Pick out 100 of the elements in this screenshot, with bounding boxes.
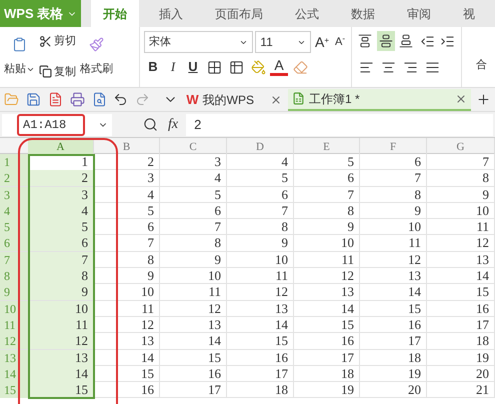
- ribbon-tab[interactable]: 审阅: [395, 0, 444, 27]
- table-cell: 6: [160, 202, 227, 219]
- column-header[interactable]: D: [227, 138, 294, 157]
- table-cell: 15: [294, 316, 360, 333]
- table-cell: 16: [360, 316, 427, 333]
- cut-button[interactable]: 剪切: [39, 33, 76, 50]
- table-cell: 9: [427, 186, 495, 203]
- table-cell: 6: [294, 170, 360, 186]
- table-cell: 16: [294, 333, 360, 350]
- row-header[interactable]: 6: [0, 235, 28, 252]
- table-cell: 10: [360, 219, 427, 236]
- table-cell: 11: [360, 235, 427, 252]
- font-color-button[interactable]: A: [270, 58, 288, 76]
- formula-field[interactable]: 2: [186, 114, 493, 136]
- copy-button[interactable]: 复制: [39, 64, 76, 80]
- grow-font-button[interactable]: A$^{+}$: [312, 32, 331, 52]
- table-cell: 10: [294, 235, 360, 252]
- ribbon-tab[interactable]: 视: [451, 0, 488, 27]
- table-cell: 15: [160, 350, 227, 366]
- table-cell: 11: [160, 284, 227, 300]
- document-tab[interactable]: W 我的WPS: [182, 88, 286, 110]
- row-header[interactable]: 9: [0, 284, 28, 300]
- table-cell: 8: [427, 170, 495, 186]
- column-header[interactable]: F: [360, 138, 427, 157]
- table-cell: 5: [28, 219, 94, 236]
- table-cell: 20: [360, 382, 427, 398]
- table-cell: 7: [227, 202, 294, 219]
- column-header[interactable]: C: [160, 138, 227, 157]
- shrink-font-button[interactable]: A$^{-}$: [332, 34, 347, 50]
- table-cell: 19: [360, 366, 427, 382]
- italic-button[interactable]: I: [164, 57, 182, 77]
- table-cell: 9: [294, 219, 360, 236]
- row-header[interactable]: 12: [0, 333, 28, 350]
- table-cell: 18: [294, 366, 360, 382]
- column-header[interactable]: E: [294, 138, 360, 157]
- ribbon-tab[interactable]: 数据: [339, 0, 388, 27]
- column-header[interactable]: G: [427, 138, 495, 157]
- align-middle-icon[interactable]: [376, 31, 396, 51]
- row-header[interactable]: 15: [0, 382, 28, 398]
- bold-button[interactable]: B: [144, 57, 162, 77]
- table-cell: 9: [28, 284, 94, 300]
- table-cell: 10: [227, 252, 294, 268]
- underline-button[interactable]: U: [184, 57, 202, 77]
- app-menu-button[interactable]: WPS 表格: [0, 0, 82, 27]
- table-cell: 11: [227, 268, 294, 284]
- name-box[interactable]: A1:A18: [17, 114, 85, 136]
- merge-button[interactable]: 合: [476, 56, 487, 73]
- w-logo: W: [186, 90, 199, 109]
- row-header[interactable]: 5: [0, 219, 28, 236]
- row-header[interactable]: 2: [0, 170, 28, 186]
- table-cell: 19: [294, 382, 360, 398]
- ribbon-tab[interactable]: 插入: [147, 0, 196, 27]
- document-tab[interactable]: 工作簿1 *: [288, 88, 472, 110]
- font-size-field[interactable]: 11: [255, 31, 311, 53]
- table-cell: 13: [94, 333, 160, 350]
- table-cell: 14: [94, 350, 160, 366]
- row-header[interactable]: 8: [0, 268, 28, 284]
- table-cell: 18: [360, 350, 427, 366]
- close-icon[interactable]: [455, 92, 468, 104]
- table-cell: 20: [427, 366, 495, 382]
- table-cell: 18: [427, 333, 495, 350]
- table-cell: 19: [427, 350, 495, 366]
- table-cell: 7: [360, 170, 427, 186]
- table-cell: 5: [160, 186, 227, 203]
- table-cell: 8: [227, 219, 294, 236]
- ribbon-tab[interactable]: 开始: [91, 0, 140, 27]
- table-cell: 11: [427, 219, 495, 236]
- table-cell: 9: [94, 268, 160, 284]
- table-cell: 12: [360, 252, 427, 268]
- table-cell: 16: [427, 300, 495, 317]
- copy-icon: [39, 65, 52, 78]
- font-name-field[interactable]: 宋体: [144, 31, 254, 53]
- row-header[interactable]: 1: [0, 154, 28, 170]
- table-cell: 5: [94, 202, 160, 219]
- table-cell: 16: [160, 366, 227, 382]
- table-cell: 4: [227, 154, 294, 170]
- table-cell: 14: [227, 316, 294, 333]
- table-cell: 16: [94, 382, 160, 398]
- table-cell: 8: [160, 235, 227, 252]
- table-cell: 6: [360, 154, 427, 170]
- table-cell: 10: [94, 284, 160, 300]
- close-icon[interactable]: [270, 94, 282, 106]
- table-cell: 14: [360, 284, 427, 300]
- table-cell: 17: [294, 350, 360, 366]
- table-cell: 13: [160, 316, 227, 333]
- table-cell: 6: [94, 219, 160, 236]
- table-cell: 14: [160, 333, 227, 350]
- table-cell: 7: [160, 219, 227, 236]
- ribbon-tab[interactable]: 公式: [283, 0, 332, 27]
- table-cell: 8: [94, 252, 160, 268]
- table-cell: 16: [227, 350, 294, 366]
- table-cell: 17: [360, 333, 427, 350]
- format-painter-button[interactable]: 格式刷: [80, 61, 113, 78]
- column-header[interactable]: B: [94, 138, 160, 157]
- table-cell: 15: [427, 284, 495, 300]
- table-cell: 9: [227, 235, 294, 252]
- table-cell: 18: [227, 382, 294, 398]
- ribbon-tab[interactable]: 页面布局: [203, 0, 276, 27]
- paste-button[interactable]: 粘贴: [4, 61, 35, 78]
- table-cell: 10: [160, 268, 227, 284]
